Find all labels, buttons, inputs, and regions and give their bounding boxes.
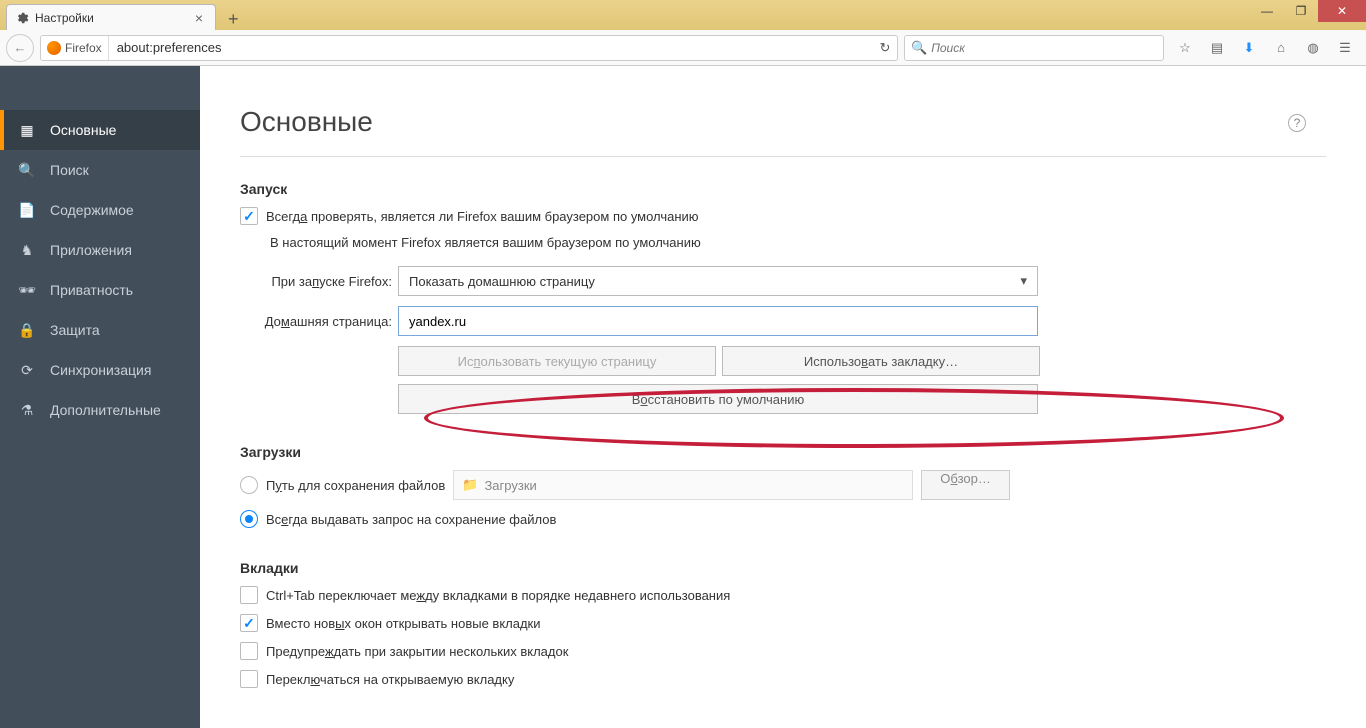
new-tab-button[interactable]: + (222, 9, 245, 30)
sidebar-item-security[interactable]: 🔒 Защита (0, 310, 200, 350)
page-title: Основные (240, 106, 1326, 138)
sync-icon: ⟳ (18, 362, 36, 379)
home-icon[interactable]: ⌂ (1272, 40, 1290, 55)
section-downloads-title: Загрузки (240, 444, 1326, 460)
sidebar-item-search[interactable]: 🔍 Поиск (0, 150, 200, 190)
on-startup-select[interactable]: Показать домашнюю страницу (398, 266, 1038, 296)
search-icon: 🔍 (911, 40, 927, 56)
homepage-label: Домашняя страница: (240, 314, 398, 329)
gear-icon (15, 11, 29, 25)
sidebar-item-advanced[interactable]: ⚗ Дополнительные (0, 390, 200, 430)
panel-icon: ▦ (18, 122, 36, 139)
default-browser-status: В настоящий момент Firefox является ваши… (270, 235, 1326, 250)
sidebar-item-label: Приватность (50, 282, 133, 298)
downloads-path-value: Загрузки (484, 478, 536, 493)
section-tabs-title: Вкладки (240, 560, 1326, 576)
sidebar-item-label: Содержимое (50, 202, 134, 218)
sidebar-item-privacy[interactable]: 🕶 Приватность (0, 270, 200, 310)
close-window-button[interactable]: ✕ (1318, 0, 1366, 22)
save-to-path-label: Путь для сохранения файлов (266, 478, 445, 493)
sidebar-item-label: Основные (50, 122, 116, 138)
sidebar-item-applications[interactable]: ♞ Приложения (0, 230, 200, 270)
ctrl-tab-label: Ctrl+Tab переключает между вкладками в п… (266, 588, 730, 603)
sidebar-item-sync[interactable]: ⟳ Синхронизация (0, 350, 200, 390)
on-startup-label: При запуске Firefox: (240, 274, 398, 289)
divider (240, 156, 1326, 157)
lock-icon: 🔒 (18, 322, 36, 339)
tab-title: Настройки (35, 11, 191, 25)
new-windows-label: Вместо новых окон открывать новые вкладк… (266, 616, 541, 631)
browser-tab[interactable]: Настройки × (6, 4, 216, 30)
switch-new-label: Переключаться на открываемую вкладку (266, 672, 514, 687)
close-icon[interactable]: × (191, 10, 207, 26)
use-current-page-button[interactable]: Использовать текущую страницу (398, 346, 716, 376)
sidebar-item-content[interactable]: 📄 Содержимое (0, 190, 200, 230)
sidebar-item-label: Защита (50, 322, 100, 338)
use-bookmark-button[interactable]: Использовать закладку… (722, 346, 1040, 376)
firefox-icon (47, 41, 61, 55)
warn-close-checkbox[interactable] (240, 642, 258, 660)
always-check-default-checkbox[interactable] (240, 207, 258, 225)
maximize-button[interactable]: ❐ (1284, 0, 1318, 22)
window-titlebar: Настройки × + — ❐ ✕ (0, 0, 1366, 30)
downloads-path-field[interactable]: 📁 Загрузки (453, 470, 913, 500)
search-input[interactable] (931, 41, 1157, 55)
ctrl-tab-checkbox[interactable] (240, 586, 258, 604)
always-ask-radio[interactable] (240, 510, 258, 528)
browse-button[interactable]: Обзор… (921, 470, 1010, 500)
reader-icon[interactable]: ▤ (1208, 40, 1226, 56)
switch-new-checkbox[interactable] (240, 670, 258, 688)
always-check-label: Всегда проверять, является ли Firefox ва… (266, 209, 699, 224)
document-icon: 📄 (18, 202, 36, 219)
preferences-main: ? Основные Запуск Всегда проверять, явля… (200, 66, 1366, 728)
minimize-button[interactable]: — (1250, 0, 1284, 22)
sidebar-item-label: Поиск (50, 162, 89, 178)
window-controls: — ❐ ✕ (1250, 0, 1366, 22)
back-button[interactable]: ← (6, 34, 34, 62)
section-startup-title: Запуск (240, 181, 1326, 197)
bookmark-star-icon[interactable]: ☆ (1176, 40, 1194, 56)
url-bar[interactable]: Firefox about:preferences ↻ (40, 35, 898, 61)
save-to-path-radio[interactable] (240, 476, 258, 494)
sidebar-item-label: Приложения (50, 242, 132, 258)
folder-icon: 📁 (462, 477, 478, 493)
nav-toolbar: ← Firefox about:preferences ↻ 🔍 ☆ ▤ ⬇ ⌂ … (0, 30, 1366, 66)
downloads-icon[interactable]: ⬇ (1240, 40, 1258, 56)
site-identity[interactable]: Firefox (41, 36, 109, 60)
sidebar-item-label: Синхронизация (50, 362, 151, 378)
search-icon: 🔍 (18, 162, 36, 179)
select-value: Показать домашнюю страницу (409, 274, 595, 289)
homepage-input[interactable] (398, 306, 1038, 336)
identity-label: Firefox (65, 41, 102, 55)
new-windows-checkbox[interactable] (240, 614, 258, 632)
sidebar-item-label: Дополнительные (50, 402, 161, 418)
sidebar-item-general[interactable]: ▦ Основные (0, 110, 200, 150)
menu-icon[interactable]: ☰ (1336, 40, 1354, 56)
url-text: about:preferences (109, 40, 873, 55)
help-button[interactable]: ? (1288, 114, 1306, 132)
globe-icon[interactable]: ◍ (1304, 40, 1322, 56)
puzzle-icon: ♞ (18, 242, 36, 259)
search-bar[interactable]: 🔍 (904, 35, 1164, 61)
always-ask-label: Всегда выдавать запрос на сохранение фай… (266, 512, 556, 527)
toolbar-buttons: ☆ ▤ ⬇ ⌂ ◍ ☰ (1170, 40, 1360, 56)
preferences-sidebar: ▦ Основные 🔍 Поиск 📄 Содержимое ♞ Прилож… (0, 66, 200, 728)
warn-close-label: Предупреждать при закрытии нескольких вк… (266, 644, 568, 659)
flask-icon: ⚗ (18, 402, 36, 419)
restore-default-button[interactable]: Восстановить по умолчанию (398, 384, 1038, 414)
reload-button[interactable]: ↻ (873, 40, 897, 56)
mask-icon: 🕶 (18, 282, 36, 299)
